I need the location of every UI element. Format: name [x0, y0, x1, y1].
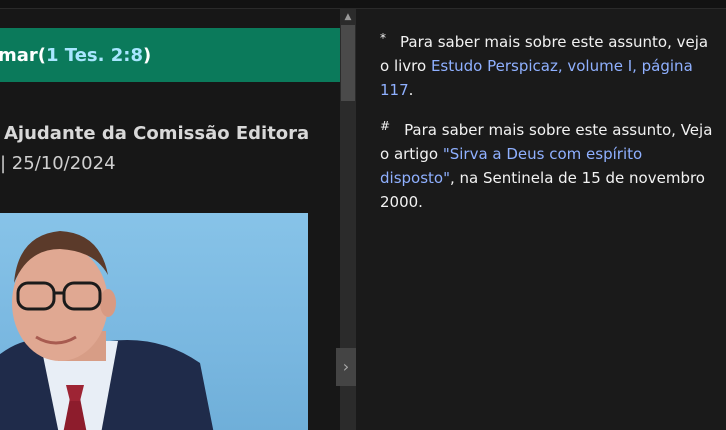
- footnote-marker: #: [380, 119, 391, 133]
- article-pane: mar(1 Tes. 2:8) Ajudante da Comissão Edi…: [0, 9, 340, 430]
- scripture-link[interactable]: 1 Tes. 2:8: [46, 45, 143, 66]
- speaker-illustration: [0, 231, 214, 430]
- author-title: Ajudante da Comissão Editora: [4, 123, 310, 144]
- top-bar: [0, 0, 726, 9]
- chevron-right-icon[interactable]: ›: [336, 348, 356, 386]
- footnote-item: * Para saber mais sobre este assunto, vej…: [380, 30, 720, 102]
- footnotes-pane: * Para saber mais sobre este assunto, vej…: [356, 9, 726, 430]
- scroll-up-icon[interactable]: ▲: [340, 9, 356, 25]
- speaker-photo: [0, 213, 308, 430]
- banner-prefix: mar(: [0, 44, 47, 66]
- banner-suffix: ): [142, 44, 152, 66]
- scripture-banner: mar(1 Tes. 2:8): [0, 28, 340, 82]
- footnote-text-end: .: [408, 81, 414, 99]
- scroll-thumb[interactable]: [341, 25, 355, 101]
- publish-date: | 25/10/2024: [0, 153, 116, 174]
- footnote-marker: *: [380, 31, 386, 45]
- footnote-item: # Para saber mais sobre este assunto, Vej…: [380, 118, 720, 214]
